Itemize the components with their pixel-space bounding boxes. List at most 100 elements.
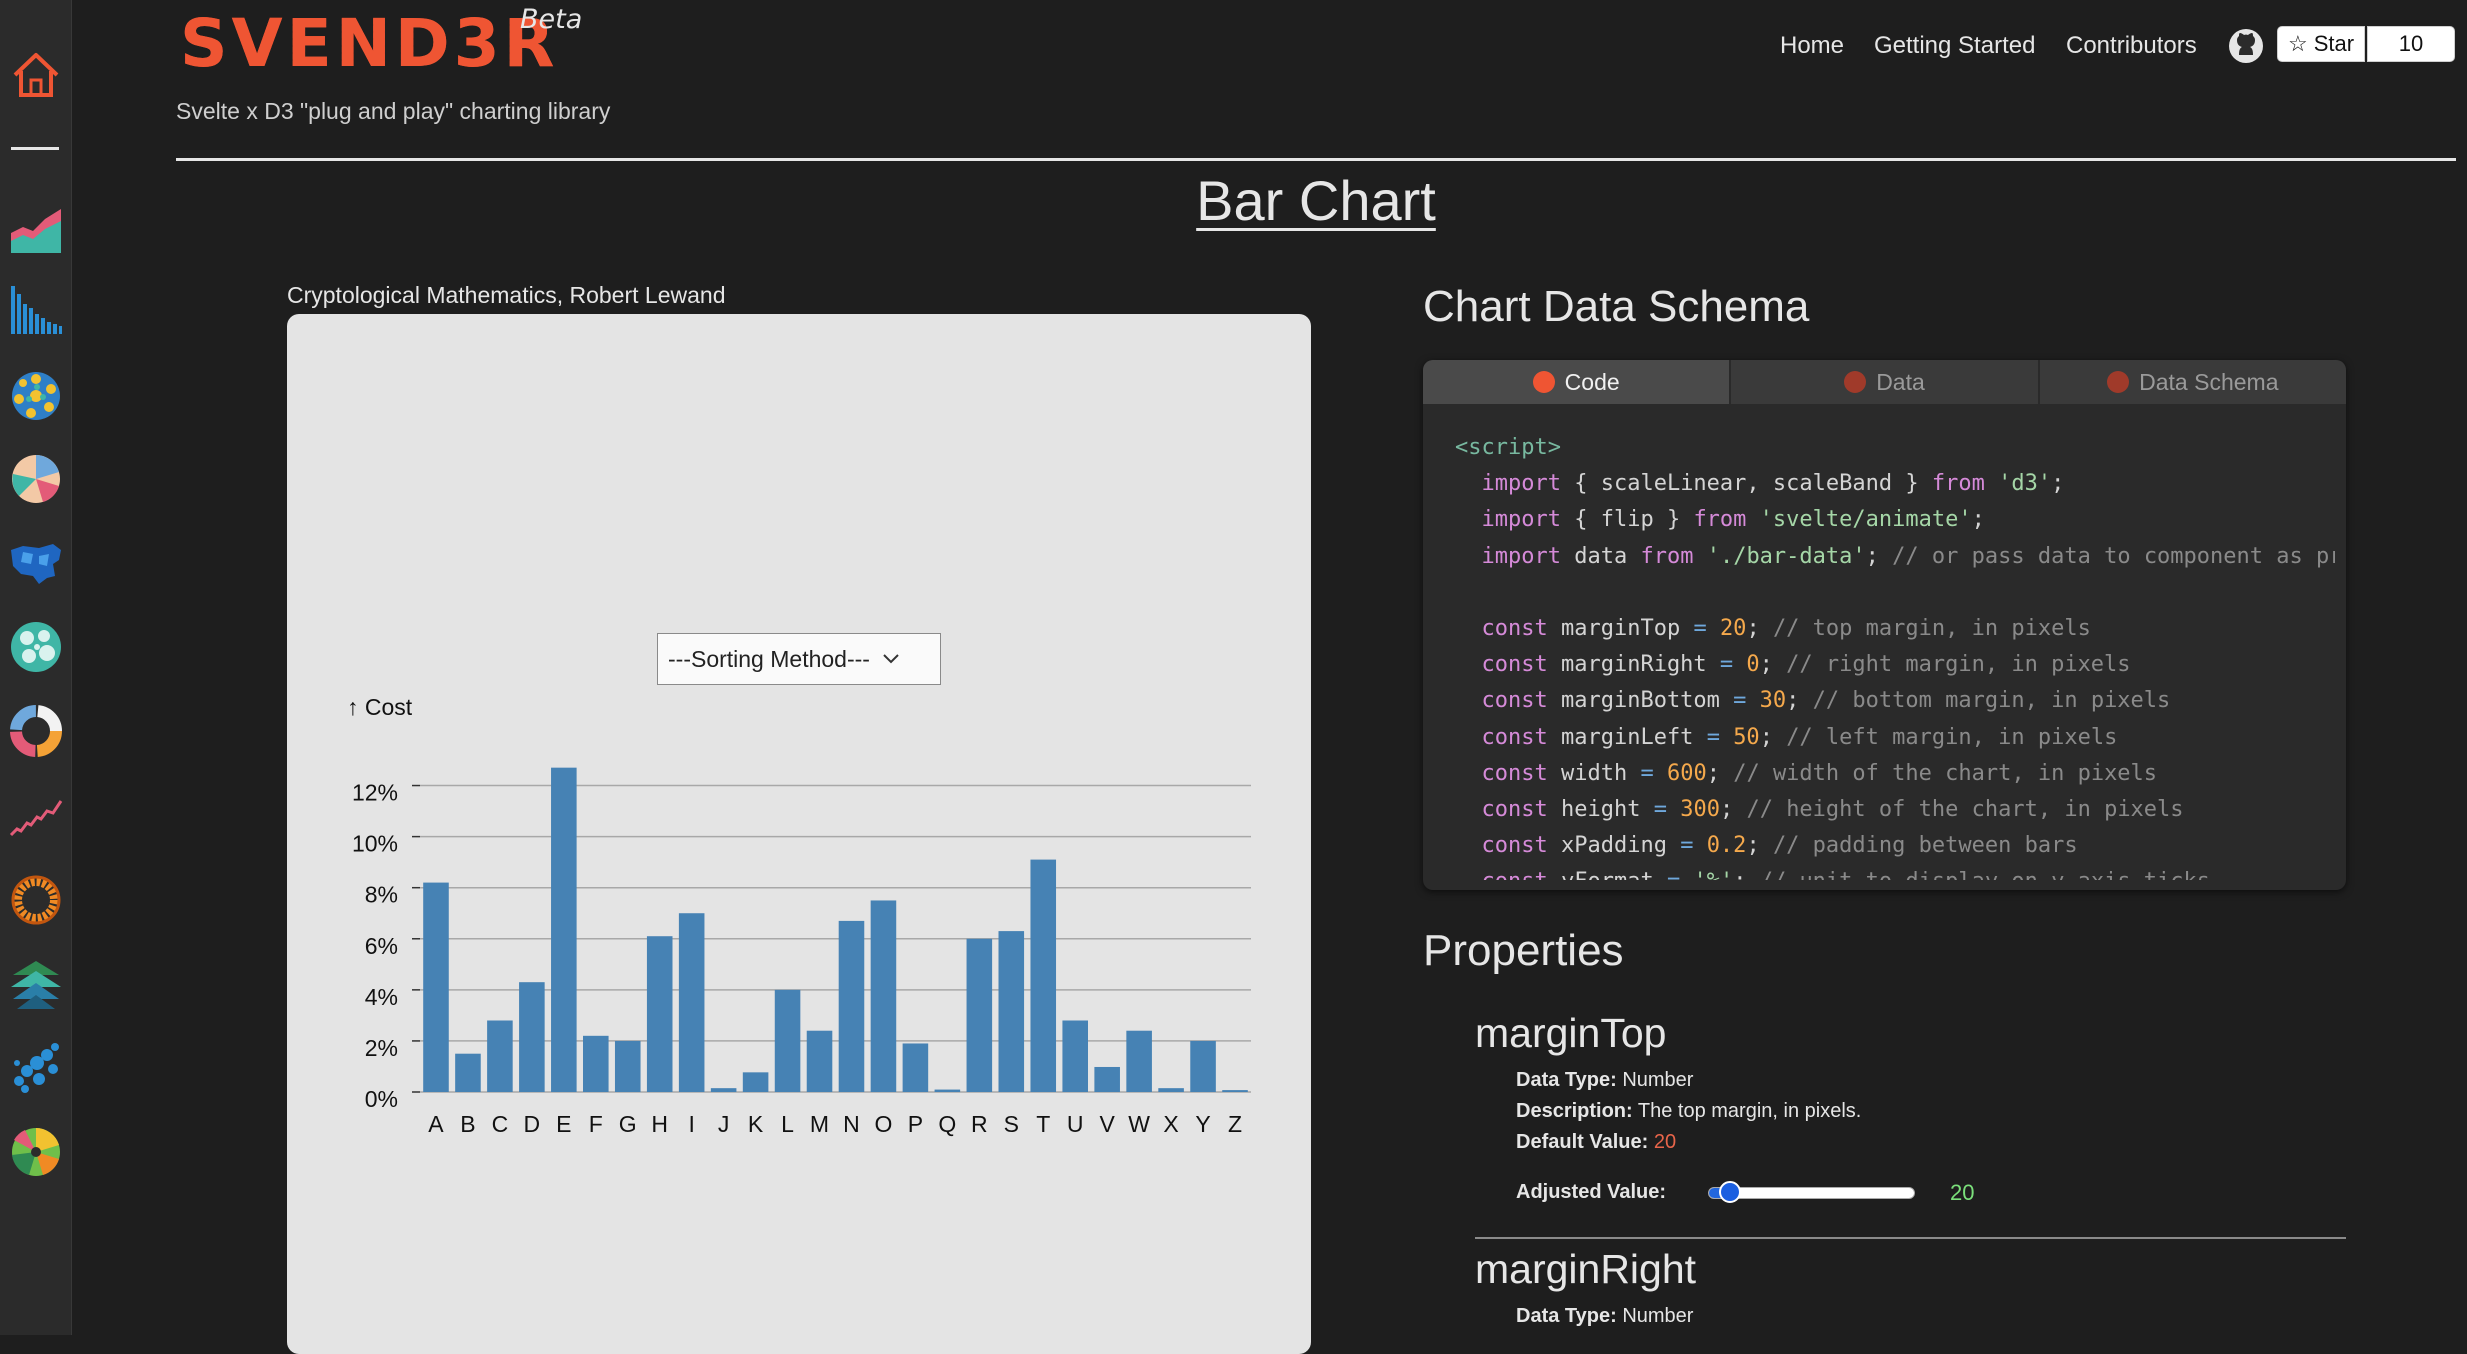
- circle-pack-icon[interactable]: [9, 620, 63, 674]
- tree-icon[interactable]: [9, 957, 63, 1011]
- x-tick-label: B: [460, 1111, 475, 1137]
- properties-title: Properties: [1423, 926, 1624, 975]
- bubble-icon[interactable]: [9, 369, 63, 423]
- bar: [1222, 1090, 1248, 1092]
- tab-data-schema[interactable]: Data Schema: [2039, 360, 2346, 404]
- x-tick-label: G: [619, 1111, 637, 1137]
- bar: [583, 1035, 609, 1092]
- code-line: const height = 300; // height of the cha…: [1481, 797, 2184, 823]
- prop-adjusted-label: Adjusted Value:: [1516, 1181, 1667, 1203]
- y-tick-label: 0%: [365, 1086, 398, 1112]
- schema-title: Chart Data Schema: [1423, 282, 1810, 331]
- bar: [774, 989, 801, 1092]
- bar: [1190, 1040, 1216, 1092]
- prop-default-label: Default Value:: [1516, 1131, 1649, 1153]
- bar: [519, 982, 545, 1092]
- y-tick-label: 10%: [352, 831, 398, 857]
- prop-default-value: 20: [1648, 1131, 1677, 1153]
- bar-chart-icon[interactable]: [9, 284, 63, 338]
- github-icon[interactable]: [2228, 28, 2264, 64]
- y-tick-label: 2%: [365, 1035, 398, 1061]
- code-line: const marginRight = 0; // right margin, …: [1481, 652, 2131, 678]
- bar: [742, 1072, 769, 1092]
- sorting-method-select[interactable]: ---Sorting Method---: [657, 633, 941, 685]
- radial-icon[interactable]: [9, 452, 63, 506]
- nav-home[interactable]: Home: [1780, 32, 1844, 60]
- header-divider: [176, 158, 2456, 161]
- tab-code[interactable]: Code: [1423, 360, 1732, 404]
- code-tabs: Code Data Data Schema: [1423, 360, 2346, 404]
- x-tick-label: Y: [1195, 1111, 1210, 1137]
- bar: [1158, 1088, 1184, 1092]
- bar: [678, 913, 705, 1092]
- code-line: <script>: [1455, 435, 1561, 460]
- bar: [455, 1053, 481, 1092]
- bar: [1126, 1030, 1152, 1092]
- bar: [806, 1030, 833, 1092]
- x-tick-label: I: [688, 1111, 694, 1137]
- margin-top-slider[interactable]: [1708, 1181, 1915, 1203]
- prop-name-margin-top: marginTop: [1475, 1010, 1667, 1056]
- y-tick-label: 4%: [365, 984, 398, 1010]
- x-tick-label: Z: [1228, 1111, 1242, 1137]
- prop-default: Default Value: 20: [1516, 1131, 1676, 1154]
- code-line: const yFormat = '%'; // unit to display …: [1455, 864, 2335, 880]
- bar: [1062, 1020, 1088, 1092]
- star-label: Star: [2313, 31, 2355, 56]
- x-tick-label: H: [651, 1111, 668, 1137]
- code-block[interactable]: <script> import { scaleLinear, scaleBand…: [1455, 430, 2335, 880]
- prop-type-label-2: Data Type:: [1516, 1305, 1617, 1327]
- page-title: Bar Chart: [1196, 169, 1436, 232]
- prop-type-value: Number: [1616, 1069, 1694, 1091]
- code-line: const width = 600; // width of the chart…: [1481, 760, 2158, 786]
- chevron-down-icon: [883, 654, 899, 664]
- star-count[interactable]: 10: [2367, 26, 2455, 62]
- line-chart-icon[interactable]: [9, 789, 63, 843]
- adjusted-value: 20: [1950, 1180, 1975, 1205]
- prop-description-value: The top margin, in pixels.: [1632, 1100, 1862, 1122]
- tab-data[interactable]: Data: [1731, 360, 2040, 404]
- sorting-method-value: ---Sorting Method---: [668, 645, 870, 672]
- chart-caption: Cryptological Mathematics, Robert Lewand: [287, 282, 726, 308]
- star-button[interactable]: ☆ Star: [2277, 26, 2365, 62]
- code-line: const marginLeft = 50; // left margin, i…: [1481, 724, 2118, 750]
- slider-thumb[interactable]: [1718, 1181, 1741, 1203]
- bar: [614, 1040, 641, 1092]
- map-icon[interactable]: [9, 536, 63, 590]
- pie-icon[interactable]: [9, 1125, 63, 1179]
- bar: [646, 936, 673, 1092]
- x-tick-label: N: [843, 1111, 860, 1137]
- code-icon: [1532, 371, 1555, 393]
- bar: [710, 1088, 737, 1092]
- bar: [423, 882, 449, 1092]
- bar: [902, 1043, 929, 1092]
- prop-name-margin-right: marginRight: [1475, 1246, 1697, 1292]
- tagline: Svelte x D3 "plug and play" charting lib…: [176, 98, 611, 124]
- x-tick-label: C: [492, 1111, 509, 1137]
- y-tick-label: 12%: [352, 780, 398, 806]
- nav-contributors[interactable]: Contributors: [2066, 32, 2197, 60]
- donut-icon[interactable]: [9, 704, 63, 758]
- prop-description: Description: The top margin, in pixels.: [1516, 1100, 1861, 1123]
- x-tick-label: A: [428, 1111, 444, 1137]
- code-line: const xPadding = 0.2; // padding between…: [1481, 833, 2078, 859]
- nav-getting-started[interactable]: Getting Started: [1874, 32, 2035, 60]
- x-tick-label: L: [781, 1111, 794, 1137]
- tab-data-label: Data: [1876, 368, 1925, 395]
- x-tick-label: U: [1067, 1111, 1084, 1137]
- ring-icon[interactable]: [9, 873, 63, 927]
- bar: [934, 1089, 961, 1092]
- x-tick-label: Q: [938, 1111, 956, 1137]
- prop-type: Data Type: Number: [1516, 1069, 1693, 1092]
- bar: [1030, 859, 1057, 1092]
- logo[interactable]: SVEND3R: [180, 8, 558, 80]
- prop-type-value-2: Number: [1616, 1305, 1694, 1327]
- scatter-icon[interactable]: [9, 1041, 63, 1095]
- code-line: import data from './bar-data'; // or pas…: [1481, 543, 2336, 569]
- bar: [838, 920, 865, 1092]
- y-axis-label: ↑ Cost: [347, 694, 413, 720]
- bar: [487, 1020, 513, 1092]
- bar-chart: ↑ Cost 0% 2% 4% 6% 8% 10% 12% A B C D E F G H I J K L M N O P Q R…: [347, 694, 1251, 1137]
- home-icon[interactable]: [9, 48, 63, 102]
